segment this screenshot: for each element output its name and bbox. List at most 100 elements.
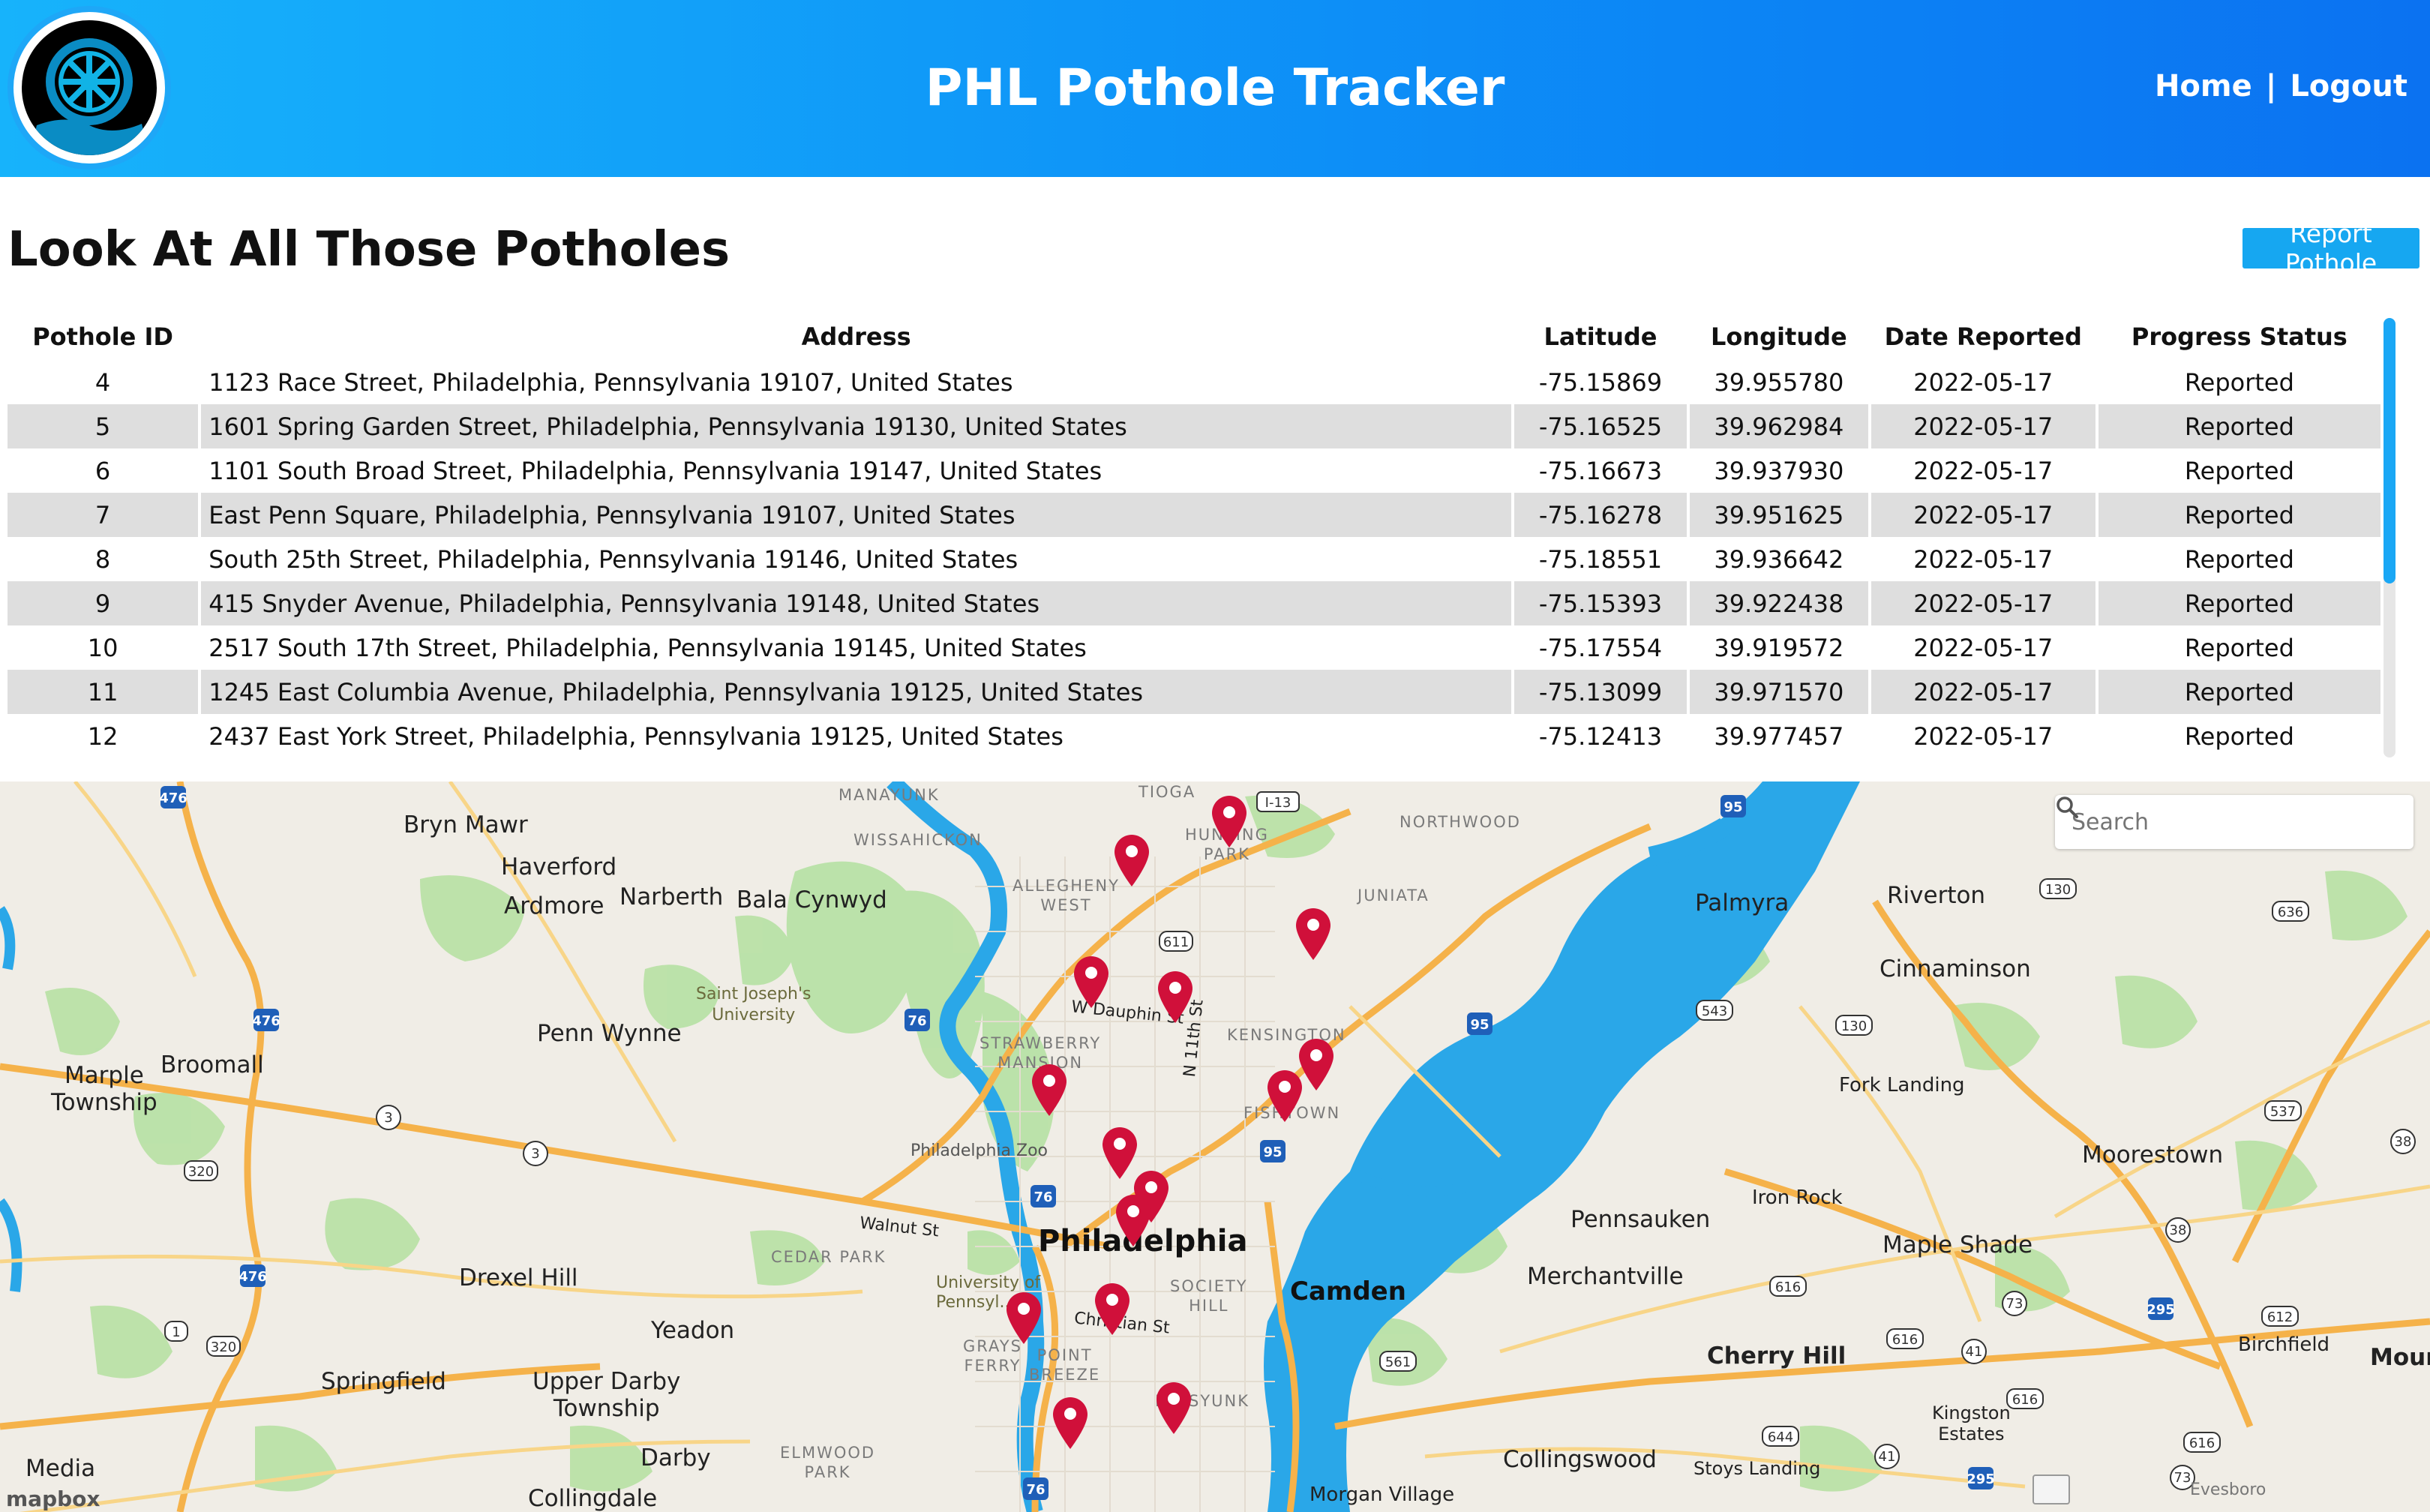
pothole-marker[interactable] (1264, 1070, 1305, 1124)
svg-text:644: 644 (1768, 1430, 1793, 1445)
cell-longitude: 39.962984 (1689, 404, 1868, 448)
svg-text:611: 611 (1163, 934, 1189, 950)
pothole-marker[interactable] (1209, 795, 1250, 849)
pothole-marker[interactable] (1071, 956, 1112, 1010)
cell-id: 6 (94, 456, 111, 485)
search-icon (2056, 796, 2078, 818)
cell-address: 2437 East York Street, Philadelphia, Pen… (208, 722, 1064, 751)
map-label-drexel-hill: Drexel Hill (459, 1264, 578, 1292)
cell-latitude: -75.15869 (1538, 368, 1663, 397)
col-header-latitude[interactable]: Latitude (1514, 314, 1687, 360)
svg-text:476: 476 (238, 1269, 267, 1285)
table-row[interactable]: 11 1245 East Columbia Avenue, Philadelph… (8, 670, 2380, 714)
map-label-maple-shade: Maple Shade (1882, 1232, 2033, 1258)
map-search-input[interactable] (2072, 808, 2356, 836)
cell-longitude: 39.919572 (1714, 633, 1844, 662)
table-row[interactable]: 6 1101 South Broad Street, Philadelphia,… (8, 448, 2380, 493)
map-label-wissahickon: WISSAHICKON (854, 831, 982, 849)
pothole-table: Pothole ID Address Latitude Longitude Da… (4, 314, 2384, 758)
col-header-date[interactable]: Date Reported (1871, 314, 2096, 360)
col-header-address[interactable]: Address (201, 314, 1511, 360)
pothole-marker[interactable] (1004, 1292, 1044, 1346)
table-row[interactable]: 9 415 Snyder Avenue, Philadelphia, Penns… (8, 581, 2380, 626)
table-row[interactable]: 10 2517 South 17th Street, Philadelphia,… (8, 626, 2380, 670)
nav-home-link[interactable]: Home (2155, 69, 2252, 104)
svg-text:612: 612 (2267, 1310, 2293, 1325)
map-label-juniata: JUNIATA (1358, 886, 1430, 904)
svg-text:561: 561 (1385, 1354, 1411, 1370)
svg-text:41: 41 (1879, 1449, 1896, 1465)
cell-status: Reported (2098, 670, 2380, 714)
pothole-marker[interactable] (1154, 1382, 1194, 1436)
cell-status: Reported (2098, 493, 2380, 537)
col-header-longitude[interactable]: Longitude (1690, 314, 1868, 360)
svg-text:1: 1 (172, 1324, 180, 1340)
map-label-fork-landing: Fork Landing (1839, 1074, 1965, 1096)
cell-latitude: -75.17554 (1538, 633, 1663, 662)
map-label-camden: Camden (1290, 1276, 1406, 1306)
page-title: Look At All Those Potholes (8, 222, 730, 278)
map-label-iron-rock: Iron Rock (1752, 1186, 1843, 1209)
cell-latitude: -75.16278 (1514, 493, 1687, 537)
cell-longitude: 39.971570 (1689, 670, 1868, 714)
pothole-marker[interactable] (1050, 1396, 1090, 1450)
cell-status: Reported (2184, 368, 2294, 397)
table-row[interactable]: 8 South 25th Street, Philadelphia, Penns… (8, 537, 2380, 581)
svg-text:130: 130 (1841, 1018, 1867, 1034)
cell-latitude: -75.16673 (1538, 456, 1663, 485)
cell-address: South 25th Street, Philadelphia, Pennsyl… (208, 544, 1018, 574)
mapbox-logo[interactable]: mapbox (6, 1486, 100, 1511)
svg-text:616: 616 (1892, 1332, 1918, 1348)
map-label-merchantville: Merchantville (1527, 1263, 1684, 1290)
nav-logout-link[interactable]: Logout (2290, 69, 2408, 104)
map-label-marple: Marple Township (51, 1062, 158, 1116)
report-pothole-button[interactable]: Report Pothole (2242, 219, 2420, 278)
cell-id: 5 (8, 404, 199, 448)
table-scrollbar[interactable] (2384, 318, 2396, 758)
svg-text:95: 95 (1724, 800, 1742, 815)
cell-latitude: -75.16525 (1514, 404, 1687, 448)
cell-date: 2022-05-17 (1913, 456, 2054, 485)
pothole-marker[interactable] (1029, 1064, 1070, 1118)
cell-status: Reported (2098, 581, 2380, 626)
map-attribution-button[interactable] (2032, 1474, 2070, 1504)
pothole-map[interactable]: 476 476 76 76 95 95 95 476 76 295 295 I-13 611 543 13… (0, 782, 2430, 1512)
map-search-box[interactable] (2055, 795, 2414, 849)
map-label-society-hill: SOCIETY HILL (1170, 1277, 1248, 1315)
cell-date: 2022-05-17 (1870, 493, 2096, 537)
cell-id: 4 (94, 368, 111, 397)
cell-date: 2022-05-17 (1913, 633, 2054, 662)
cell-address: 1101 South Broad Street, Philadelphia, P… (208, 456, 1102, 485)
cell-address: 1123 Race Street, Philadelphia, Pennsylv… (208, 368, 1013, 397)
svg-text:73: 73 (2006, 1296, 2024, 1312)
cell-date: 2022-05-17 (1913, 544, 2054, 574)
map-label-tioga: TIOGA (1138, 783, 1196, 801)
map-label-cherry-hill: Cherry Hill (1707, 1342, 1846, 1370)
cell-date: 2022-05-17 (1870, 404, 2096, 448)
table-scroll-thumb[interactable] (2384, 318, 2396, 584)
pothole-marker[interactable] (1113, 1194, 1154, 1248)
cell-date: 2022-05-17 (1913, 368, 2054, 397)
cell-latitude: -75.15393 (1514, 581, 1687, 626)
cell-date: 2022-05-17 (1870, 670, 2096, 714)
table-row[interactable]: 4 1123 Race Street, Philadelphia, Pennsy… (8, 360, 2380, 404)
map-label-narberth: Narberth (620, 884, 724, 910)
table-row[interactable]: 5 1601 Spring Garden Street, Philadelphi… (8, 404, 2380, 448)
pothole-table-container[interactable]: Pothole ID Address Latitude Longitude Da… (4, 314, 2384, 759)
col-header-id[interactable]: Pothole ID (8, 314, 198, 360)
svg-text:41: 41 (1966, 1344, 1983, 1360)
table-row[interactable]: 12 2437 East York Street, Philadelphia, … (8, 714, 2380, 758)
pothole-marker[interactable] (1112, 834, 1152, 888)
svg-text:38: 38 (2395, 1134, 2412, 1150)
pothole-marker[interactable] (1092, 1282, 1132, 1336)
table-row[interactable]: 7 East Penn Square, Philadelphia, Pennsy… (8, 493, 2380, 537)
map-label-palmyra: Palmyra (1695, 890, 1790, 916)
map-label-stoys-landing: Stoys Landing (1694, 1458, 1821, 1479)
pothole-marker[interactable] (1293, 908, 1334, 962)
map-label-philadelphia-zoo: Philadelphia Zoo (910, 1142, 1048, 1160)
cell-address: East Penn Square, Philadelphia, Pennsylv… (201, 493, 1512, 537)
svg-text:320: 320 (188, 1164, 214, 1180)
col-header-status[interactable]: Progress Status (2098, 314, 2380, 360)
pothole-marker[interactable] (1155, 970, 1196, 1024)
cell-longitude: 39.937930 (1714, 456, 1844, 485)
